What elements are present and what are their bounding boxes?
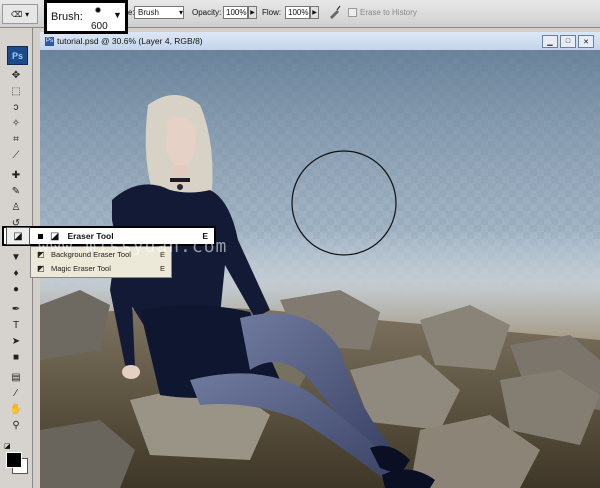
options-bar: ⌫ ▾ Brush: 600 ▼ e: Brush ▾ Opacity: 100… — [0, 0, 600, 34]
checkbox-icon — [348, 8, 357, 17]
erase-to-history-checkbox[interactable]: Erase to History — [348, 8, 417, 17]
blur-tool[interactable]: ♦ — [9, 266, 23, 280]
eraser-icon: ⌫ — [10, 9, 23, 19]
toolbox: Ps ✥ ⬚ ↄ ✧ ⌗ ⟋ ✚ ✎ ♙ ↺ ◪ ▼ ♦ ● ✒ T ➤ ■ ▤… — [0, 28, 33, 488]
brush-tool[interactable]: ✎ — [9, 184, 23, 198]
hand-icon: ✋ — [9, 403, 23, 415]
slice-icon: ⟋ — [12, 149, 20, 161]
pen-icon: ✒ — [11, 303, 21, 315]
lasso-icon: ↄ — [13, 101, 19, 113]
chevron-down-icon: ▼ — [113, 10, 122, 20]
airbrush-toggle[interactable] — [327, 4, 343, 20]
dodge-icon: ● — [12, 283, 20, 295]
shortcut-key: E — [202, 231, 208, 241]
mode-select[interactable]: Brush ▾ — [134, 6, 184, 19]
pen-tool[interactable]: ✒ — [9, 302, 23, 316]
rectangle-icon: ■ — [12, 351, 20, 363]
shortcut-key: E — [159, 263, 165, 273]
magic-wand-tool[interactable]: ✧ — [9, 116, 23, 130]
type-icon: T — [12, 319, 20, 331]
arrow-icon: ➤ — [11, 335, 21, 347]
document-icon: Ps — [45, 36, 54, 46]
airbrush-icon — [330, 5, 341, 19]
selected-indicator — [38, 233, 43, 239]
photoshop-logo: Ps — [7, 46, 28, 65]
document-title: tutorial.psd @ 30.6% (Layer 4, RGB/8) — [57, 36, 203, 46]
menu-item-background-eraser[interactable]: ◩ Background Eraser Tool E — [31, 247, 171, 261]
flyout-item-label: Eraser Tool — [67, 231, 114, 241]
bucket-icon: ▼ — [11, 251, 21, 263]
background-eraser-icon: ◩ — [37, 249, 45, 259]
chevron-down-icon: ▾ — [178, 8, 183, 17]
flow-slider-button[interactable]: ▶ — [310, 6, 319, 19]
clone-stamp-tool[interactable]: ♙ — [9, 200, 23, 214]
magic-eraser-icon: ◩ — [37, 263, 45, 273]
opacity-slider-button[interactable]: ▶ — [248, 6, 257, 19]
healing-brush-tool[interactable]: ✚ — [9, 168, 23, 182]
mode-value: Brush — [138, 8, 159, 17]
type-tool[interactable]: T — [9, 318, 23, 332]
opacity-input[interactable]: 100% — [223, 6, 248, 19]
eraser-icon: ◪ — [6, 227, 30, 245]
brush-preview-icon — [95, 7, 101, 13]
hand-tool[interactable]: ✋ — [9, 402, 23, 416]
zoom-tool[interactable]: ⚲ — [9, 418, 23, 432]
eraser-icon: ◪ — [50, 230, 60, 242]
menu-item-magic-eraser[interactable]: ◩ Magic Eraser Tool E — [31, 261, 171, 275]
magic-wand-icon: ✧ — [11, 117, 21, 129]
tool-preset-picker[interactable]: ⌫ ▾ — [2, 4, 38, 24]
gradient-tool[interactable]: ▼ — [9, 250, 23, 264]
lasso-tool[interactable]: ↄ — [9, 100, 23, 114]
shortcut-key: E — [159, 249, 165, 259]
dodge-tool[interactable]: ● — [9, 282, 23, 296]
maximize-button[interactable]: □ — [560, 35, 576, 48]
zoom-icon: ⚲ — [12, 419, 20, 431]
flow-input[interactable]: 100% — [285, 6, 310, 19]
path-selection-tool[interactable]: ➤ — [9, 334, 23, 348]
note-icon: ▤ — [11, 371, 21, 383]
erase-to-history-label: Erase to History — [360, 8, 417, 17]
shape-tool[interactable]: ■ — [9, 350, 23, 364]
eraser-tool-flyout-header[interactable]: ◪ ◪ Eraser Tool E — [2, 226, 216, 246]
stamp-icon: ♙ — [11, 201, 21, 213]
minimize-button[interactable]: ▁ — [542, 35, 558, 48]
brush-picker[interactable]: Brush: 600 ▼ — [44, 0, 128, 34]
menu-item-label: Magic Eraser Tool — [51, 263, 111, 273]
eraser-tool-flyout-menu: ◩ Background Eraser Tool E ◩ Magic Erase… — [30, 246, 172, 278]
bandage-icon: ✚ — [11, 169, 21, 181]
document-title-bar[interactable]: Ps tutorial.psd @ 30.6% (Layer 4, RGB/8)… — [40, 32, 600, 51]
drop-icon: ♦ — [13, 267, 19, 279]
brush-size: 600 — [91, 21, 108, 32]
brush-icon: ✎ — [11, 185, 21, 197]
eyedropper-icon: ⁄ — [15, 387, 17, 399]
flow-label: Flow: — [262, 8, 282, 17]
eyedropper-tool[interactable]: ⁄ — [9, 386, 23, 400]
marquee-tool[interactable]: ⬚ — [9, 84, 23, 98]
chevron-down-icon: ▾ — [25, 9, 30, 19]
move-icon: ✥ — [11, 69, 21, 81]
opacity-label: Opacity: — [192, 8, 222, 17]
menu-item-label: Background Eraser Tool — [51, 249, 131, 259]
crop-tool[interactable]: ⌗ — [9, 132, 23, 146]
crop-icon: ⌗ — [13, 133, 19, 145]
marquee-icon: ⬚ — [11, 85, 21, 97]
brush-label: Brush: — [51, 11, 83, 23]
default-colors-icon[interactable]: ◪ — [4, 442, 11, 450]
close-button[interactable]: ✕ — [578, 35, 594, 48]
move-tool[interactable]: ✥ — [9, 68, 23, 82]
foreground-color-swatch[interactable] — [6, 452, 22, 468]
notes-tool[interactable]: ▤ — [9, 370, 23, 384]
slice-tool[interactable]: ⟋ — [9, 148, 23, 162]
